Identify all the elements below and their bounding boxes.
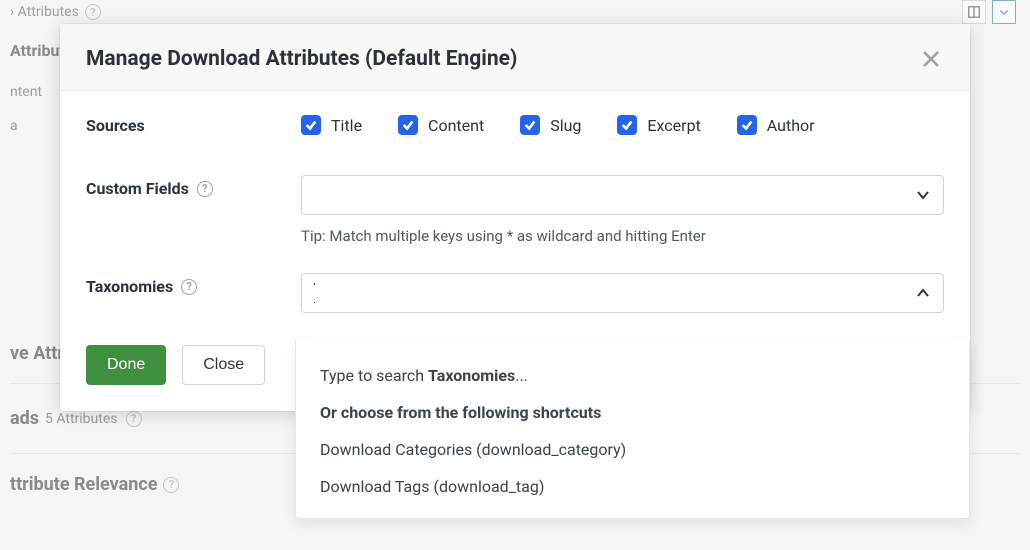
custom-fields-combobox[interactable] (301, 175, 944, 215)
dropdown-option-download-categories[interactable]: Download Categories (download_category) (320, 440, 945, 459)
panel-icon (962, 0, 986, 24)
modal-title: Manage Download Attributes (Default Engi… (86, 47, 517, 71)
bg-header-text: › Attributes (10, 4, 79, 20)
custom-fields-input[interactable] (314, 187, 915, 204)
help-icon: ? (85, 4, 101, 20)
modal-body: Sources Title Content Slug (60, 91, 970, 333)
checkbox-title[interactable]: Title (301, 115, 362, 135)
checkbox-author[interactable]: Author (737, 115, 815, 135)
check-icon (617, 115, 637, 135)
checkbox-slug[interactable]: Slug (520, 115, 581, 135)
help-icon: ? (163, 477, 179, 493)
done-button[interactable]: Done (86, 345, 166, 385)
help-icon[interactable]: ? (197, 181, 213, 197)
checkbox-label: Slug (550, 116, 581, 135)
checkbox-excerpt[interactable]: Excerpt (617, 115, 700, 135)
check-icon (301, 115, 321, 135)
sources-row: Sources Title Content Slug (86, 115, 944, 135)
dropdown-option-download-tags[interactable]: Download Tags (download_tag) (320, 477, 945, 496)
checkbox-label: Excerpt (647, 116, 700, 135)
sources-label: Sources (86, 116, 301, 135)
chevron-down-icon[interactable] (915, 187, 931, 203)
help-icon: ? (126, 411, 142, 427)
sources-checkbox-group: Title Content Slug Excerpt (301, 115, 944, 135)
taxonomies-combobox[interactable] (301, 273, 944, 313)
close-button[interactable]: Close (182, 345, 265, 385)
checkbox-label: Author (767, 116, 815, 135)
dropdown-search-hint: Type to search Taxonomies... (320, 366, 945, 385)
custom-fields-label: Custom Fields ? (86, 175, 301, 198)
check-icon (398, 115, 418, 135)
chevron-up-icon[interactable] (915, 285, 931, 301)
dropdown-shortcut-heading: Or choose from the following shortcuts (320, 403, 945, 422)
checkbox-label: Title (331, 116, 362, 135)
modal-header: Manage Download Attributes (Default Engi… (60, 24, 970, 91)
checkbox-content[interactable]: Content (398, 115, 484, 135)
chevron-down-icon (992, 0, 1016, 24)
taxonomies-row: Taxonomies ? (86, 273, 944, 313)
checkbox-label: Content (428, 116, 484, 135)
close-icon[interactable] (918, 46, 944, 72)
taxonomies-input[interactable] (314, 285, 915, 302)
custom-fields-row: Custom Fields ? Tip: Match multiple keys… (86, 175, 944, 245)
check-icon (737, 115, 757, 135)
taxonomies-label: Taxonomies ? (86, 273, 301, 296)
taxonomies-dropdown: Type to search Taxonomies... Or choose f… (295, 340, 970, 519)
custom-fields-tip: Tip: Match multiple keys using * as wild… (301, 227, 944, 245)
help-icon[interactable]: ? (181, 279, 197, 295)
check-icon (520, 115, 540, 135)
